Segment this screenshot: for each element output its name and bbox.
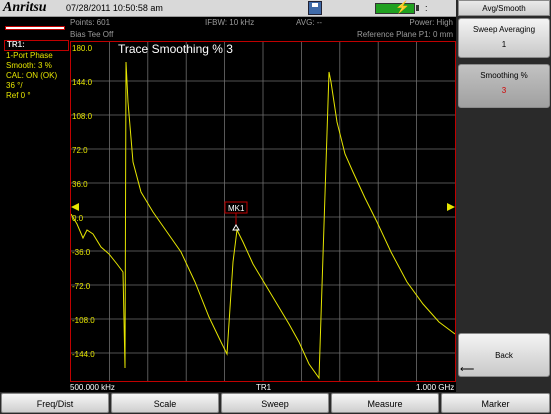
charging-plug-icon: ⚡ — [395, 0, 410, 14]
sweep-averaging-label: Sweep Averaging — [472, 25, 536, 34]
y-tick-label: -144.0 — [72, 350, 95, 359]
reference-plane-readout: Reference Plane P1: 0 mm — [356, 30, 453, 39]
bias-tee-readout: Bias Tee Off — [70, 30, 114, 39]
points-readout: Points: 601 — [70, 18, 111, 27]
topbar-status: : — [425, 3, 428, 13]
x-center-label: TR1 — [256, 383, 272, 392]
avg-readout: AVG: -- — [296, 18, 323, 27]
y-tick-label: -108.0 — [72, 316, 95, 325]
y-tick-label: 0.0 — [72, 214, 84, 223]
floppy-disk-icon[interactable] — [308, 1, 322, 15]
menu-scale[interactable]: Scale — [111, 393, 219, 413]
y-tick-label: 144.0 — [72, 78, 93, 87]
reference-left-marker — [71, 203, 79, 211]
back-arrow-icon: ⟵ — [460, 364, 475, 375]
ifbw-readout: IFBW: 10 kHz — [205, 18, 255, 27]
x-start-label: 500.000 kHz — [70, 383, 115, 392]
y-tick-label: 108.0 — [72, 112, 93, 121]
plot-area[interactable]: MK1 — [70, 41, 456, 382]
trace-cal-status: CAL: ON (OK) — [6, 71, 58, 80]
trace-indicator-bar — [5, 26, 65, 30]
smoothing-label: Smoothing % — [480, 71, 528, 80]
menu-freq-dist[interactable]: Freq/Dist — [1, 393, 109, 413]
trace-smoothing: Smooth: 3 % — [6, 61, 52, 70]
datetime: 07/28/2011 10:50:58 am — [66, 3, 163, 13]
title-bar: Anritsu 07/28/2011 10:50:58 am ⚡ : — [0, 0, 456, 17]
y-tick-label: -72.0 — [72, 282, 91, 291]
smoothing-value: 3 — [501, 86, 507, 95]
plot-title: Trace Smoothing % 3 — [118, 42, 233, 56]
menu-marker[interactable]: Marker — [441, 393, 550, 413]
reference-right-marker — [447, 203, 455, 211]
marker-mk1[interactable]: MK1 — [224, 201, 248, 231]
smoothing-button[interactable]: Smoothing % 3 — [458, 64, 550, 108]
trace-format: 1-Port Phase — [6, 51, 53, 60]
y-tick-label: 72.0 — [72, 146, 88, 155]
grid — [71, 42, 455, 381]
y-tick-label: -36.0 — [72, 248, 91, 257]
trace-label: TR1: — [7, 40, 25, 49]
plot-svg: MK1 — [70, 42, 456, 381]
menu-sweep[interactable]: Sweep — [221, 393, 329, 413]
x-stop-label: 1.000 GHz — [416, 383, 455, 392]
sweep-averaging-button[interactable]: Sweep Averaging 1 — [458, 18, 550, 58]
y-tick-label: 36.0 — [72, 180, 88, 189]
trace-scale: 36 °/ — [6, 81, 23, 90]
power-readout: Power: High — [409, 18, 453, 27]
battery-terminal — [416, 5, 419, 11]
menu-measure[interactable]: Measure — [331, 393, 439, 413]
marker-label: MK1 — [228, 204, 245, 213]
sweep-averaging-value: 1 — [501, 40, 507, 49]
menu-title: Avg/Smooth — [458, 0, 550, 16]
anritsu-logo: Anritsu — [3, 0, 47, 15]
y-tick-label: 180.0 — [72, 44, 93, 53]
trace-reference: Ref 0 ° — [6, 91, 31, 100]
